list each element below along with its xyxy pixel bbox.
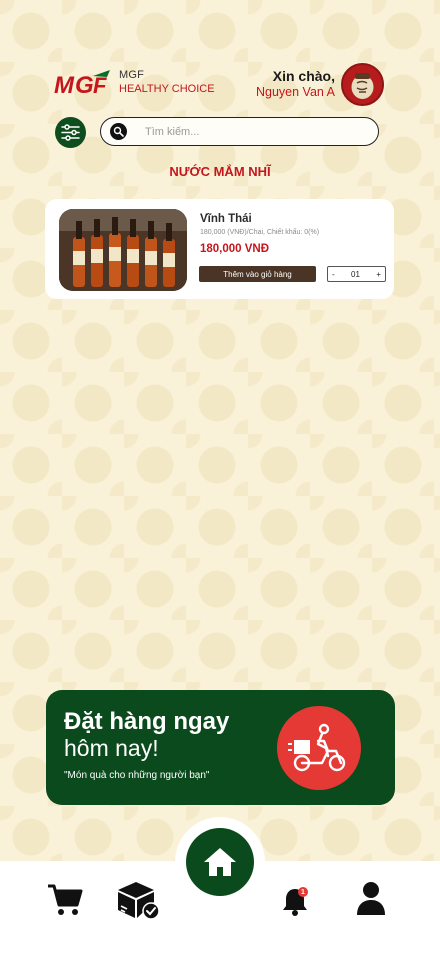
svg-text:M: M bbox=[54, 72, 75, 98]
fish-sauce-bottles-icon bbox=[59, 209, 187, 291]
search-input[interactable] bbox=[145, 122, 365, 141]
nav-cart[interactable] bbox=[46, 882, 84, 918]
banner-quote: "Món quà cho những người bạn" bbox=[64, 770, 210, 781]
product-price: 180,000 VNĐ bbox=[200, 243, 270, 255]
add-to-cart-button[interactable]: Thêm vào giỏ hàng bbox=[199, 266, 316, 282]
svg-text:G: G bbox=[75, 72, 94, 98]
cart-icon bbox=[48, 884, 83, 915]
notification-badge: 1 bbox=[298, 887, 308, 897]
filter-sliders-icon bbox=[61, 124, 80, 141]
quantity-increase-button[interactable]: + bbox=[376, 270, 381, 279]
home-button[interactable] bbox=[186, 828, 254, 896]
user-icon bbox=[357, 882, 385, 915]
quantity-decrease-button[interactable]: - bbox=[332, 270, 335, 279]
nav-orders[interactable] bbox=[116, 880, 160, 920]
brand-logo-icon: M G F bbox=[54, 70, 110, 98]
brand-tagline: HEALTHY CHOICE bbox=[119, 83, 215, 95]
product-card[interactable]: Vĩnh Thái 180,000 (VNĐ)/Chai, Chiết khấu… bbox=[45, 199, 394, 299]
banner-headline: Đặt hàng ngay bbox=[64, 708, 230, 735]
search-bar[interactable] bbox=[100, 117, 379, 146]
delivery-scooter-icon bbox=[288, 723, 346, 772]
quantity-value[interactable]: 01 bbox=[351, 270, 360, 279]
section-title: NƯỚC MẮM NHĨ bbox=[169, 164, 271, 179]
delivery-badge bbox=[277, 706, 361, 790]
avatar-image-icon bbox=[343, 65, 382, 104]
search-icon[interactable] bbox=[110, 123, 127, 140]
product-name[interactable]: Vĩnh Thái bbox=[200, 213, 252, 225]
brand-name: MGF bbox=[119, 69, 145, 81]
nav-profile[interactable] bbox=[355, 881, 387, 917]
orders-box-icon bbox=[118, 882, 160, 920]
user-name: Nguyen Van A bbox=[256, 85, 335, 99]
home-icon bbox=[204, 848, 236, 876]
product-image[interactable] bbox=[59, 209, 187, 291]
promo-banner[interactable]: Đặt hàng ngay hôm nay! "Món quà cho nhữn… bbox=[46, 690, 395, 805]
banner-subheadline: hôm nay! bbox=[64, 735, 159, 761]
product-meta: 180,000 (VNĐ)/Chai, Chiết khấu: 0(%) bbox=[200, 229, 320, 236]
filter-button[interactable] bbox=[55, 117, 86, 148]
quantity-stepper: - 01 + bbox=[327, 266, 386, 282]
greeting-text: Xin chào, bbox=[272, 68, 335, 84]
svg-text:F: F bbox=[93, 73, 107, 98]
avatar[interactable] bbox=[341, 63, 384, 106]
